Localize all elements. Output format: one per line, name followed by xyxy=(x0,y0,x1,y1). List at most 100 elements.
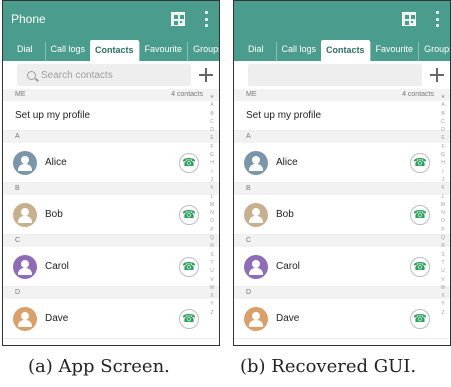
index-letter[interactable]: A xyxy=(441,101,444,109)
tab-contacts[interactable]: Contacts xyxy=(321,40,370,61)
tab-groups[interactable]: Groups xyxy=(418,42,450,61)
phone-call-icon[interactable]: ☎ xyxy=(410,308,430,329)
index-letter[interactable]: R xyxy=(441,242,445,250)
contact-row-dave[interactable]: Dave ☎ xyxy=(3,299,219,339)
index-letter[interactable]: U xyxy=(210,267,214,275)
index-letter[interactable]: E xyxy=(210,134,213,142)
contact-list: ME 4 contacts Set up my profile A Alice ☎ B Bob… xyxy=(3,89,219,339)
index-letter[interactable]: N xyxy=(210,209,214,217)
index-letter[interactable]: N xyxy=(441,209,445,217)
phone-call-icon[interactable]: ☎ xyxy=(410,256,430,277)
index-letter[interactable]: I xyxy=(211,168,212,176)
contact-row-bob[interactable]: Bob ☎ xyxy=(234,195,450,235)
index-letter[interactable]: U xyxy=(441,267,445,275)
tab-dial[interactable]: Dial xyxy=(236,42,276,61)
phone-call-icon[interactable]: ☎ xyxy=(410,204,430,225)
index-letter[interactable]: G xyxy=(210,151,214,159)
phone-call-icon[interactable]: ☎ xyxy=(410,152,430,173)
alphabet-index-bar[interactable]: ★ A B C D E F G H I J K L M N O P Q R S T U V W X Y Z xyxy=(438,93,448,317)
tab-favourite[interactable]: Favourite xyxy=(369,42,419,61)
index-letter[interactable]: Y xyxy=(210,300,213,308)
index-letter[interactable]: J xyxy=(211,176,214,184)
more-vert-icon[interactable] xyxy=(436,11,440,27)
index-letter[interactable]: X xyxy=(441,292,444,300)
index-letter[interactable]: O xyxy=(210,217,214,225)
index-letter[interactable]: Q xyxy=(441,234,445,242)
index-letter[interactable]: T xyxy=(441,259,444,267)
tab-dial[interactable]: Dial xyxy=(5,42,45,61)
alphabet-index-bar[interactable]: ★ A B C D E F G H I J K L M N O P Q R S T U V W X Y Z xyxy=(207,93,217,317)
tab-call-logs[interactable]: Call logs xyxy=(44,42,91,61)
index-letter[interactable]: C xyxy=(441,118,445,126)
index-letter[interactable]: O xyxy=(441,217,445,225)
index-letter[interactable]: J xyxy=(442,176,445,184)
index-letter[interactable]: X xyxy=(210,292,213,300)
phone-call-icon[interactable]: ☎ xyxy=(179,256,199,277)
index-letter[interactable]: F xyxy=(441,143,444,151)
index-letter[interactable]: M xyxy=(441,201,445,209)
tab-groups[interactable]: Groups xyxy=(187,42,219,61)
index-letter[interactable]: H xyxy=(210,159,214,167)
index-letter[interactable]: L xyxy=(211,193,214,201)
index-letter[interactable]: W xyxy=(210,284,215,292)
index-letter[interactable]: F xyxy=(210,143,213,151)
contact-row-alice[interactable]: Alice ☎ xyxy=(234,143,450,183)
index-letter[interactable]: C xyxy=(210,118,214,126)
index-letter[interactable]: Z xyxy=(210,309,213,317)
index-letter[interactable]: R xyxy=(210,242,214,250)
index-letter[interactable]: E xyxy=(441,134,444,142)
contact-row-alice[interactable]: Alice ☎ xyxy=(3,143,219,183)
index-letter[interactable]: L xyxy=(442,193,445,201)
contact-row-bob[interactable]: Bob ☎ xyxy=(3,195,219,235)
index-letter[interactable]: V xyxy=(441,276,444,284)
plus-icon[interactable] xyxy=(428,66,446,84)
qr-code-icon[interactable] xyxy=(402,12,416,26)
plus-icon[interactable] xyxy=(197,66,215,84)
caption-app-screen: (a) App Screen. xyxy=(28,356,170,377)
contact-name: Carol xyxy=(45,261,69,272)
index-letter[interactable]: B xyxy=(210,110,213,118)
index-letter[interactable]: W xyxy=(441,284,446,292)
section-label: ME xyxy=(246,91,257,98)
tab-call-logs[interactable]: Call logs xyxy=(275,42,322,61)
app-screen-panel: Phone Dial Call logs Contacts Favourite Group… xyxy=(2,0,220,346)
tab-favourite[interactable]: Favourite xyxy=(138,42,188,61)
search-input[interactable] xyxy=(248,64,422,86)
index-letter[interactable]: D xyxy=(210,126,214,134)
index-letter[interactable]: S xyxy=(441,251,444,259)
setup-profile-row[interactable]: Set up my profile xyxy=(234,101,450,131)
index-letter[interactable]: S xyxy=(210,251,213,259)
index-letter[interactable]: Z xyxy=(441,309,444,317)
search-input[interactable]: Search contacts xyxy=(17,64,191,86)
index-letter[interactable]: D xyxy=(441,126,445,134)
contact-name: Bob xyxy=(276,209,294,220)
index-letter[interactable]: P xyxy=(210,226,213,234)
index-letter[interactable]: I xyxy=(442,168,443,176)
index-letter[interactable]: G xyxy=(441,151,445,159)
index-letter[interactable]: V xyxy=(210,276,213,284)
index-letter[interactable]: H xyxy=(441,159,445,167)
index-letter[interactable]: K xyxy=(441,184,444,192)
index-letter[interactable]: Q xyxy=(210,234,214,242)
avatar-icon xyxy=(244,202,268,227)
tab-contacts[interactable]: Contacts xyxy=(90,40,139,61)
index-letter[interactable]: K xyxy=(210,184,213,192)
index-letter[interactable]: P xyxy=(441,226,444,234)
index-letter[interactable]: B xyxy=(441,110,444,118)
index-letter[interactable]: Y xyxy=(441,300,444,308)
contact-name: Bob xyxy=(45,209,63,220)
index-letter[interactable]: A xyxy=(210,101,213,109)
setup-profile-row[interactable]: Set up my profile xyxy=(3,101,219,131)
contact-row-dave[interactable]: Dave ☎ xyxy=(234,299,450,339)
qr-code-icon[interactable] xyxy=(171,12,185,26)
index-letter[interactable]: T xyxy=(210,259,213,267)
index-letter[interactable]: M xyxy=(210,201,214,209)
phone-call-icon[interactable]: ☎ xyxy=(179,152,199,173)
index-letter[interactable]: ★ xyxy=(210,93,214,101)
contact-row-carol[interactable]: Carol ☎ xyxy=(234,247,450,287)
more-vert-icon[interactable] xyxy=(205,11,209,27)
contact-row-carol[interactable]: Carol ☎ xyxy=(3,247,219,287)
index-letter[interactable]: ★ xyxy=(441,93,445,101)
phone-call-icon[interactable]: ☎ xyxy=(179,204,199,225)
phone-call-icon[interactable]: ☎ xyxy=(179,308,199,329)
